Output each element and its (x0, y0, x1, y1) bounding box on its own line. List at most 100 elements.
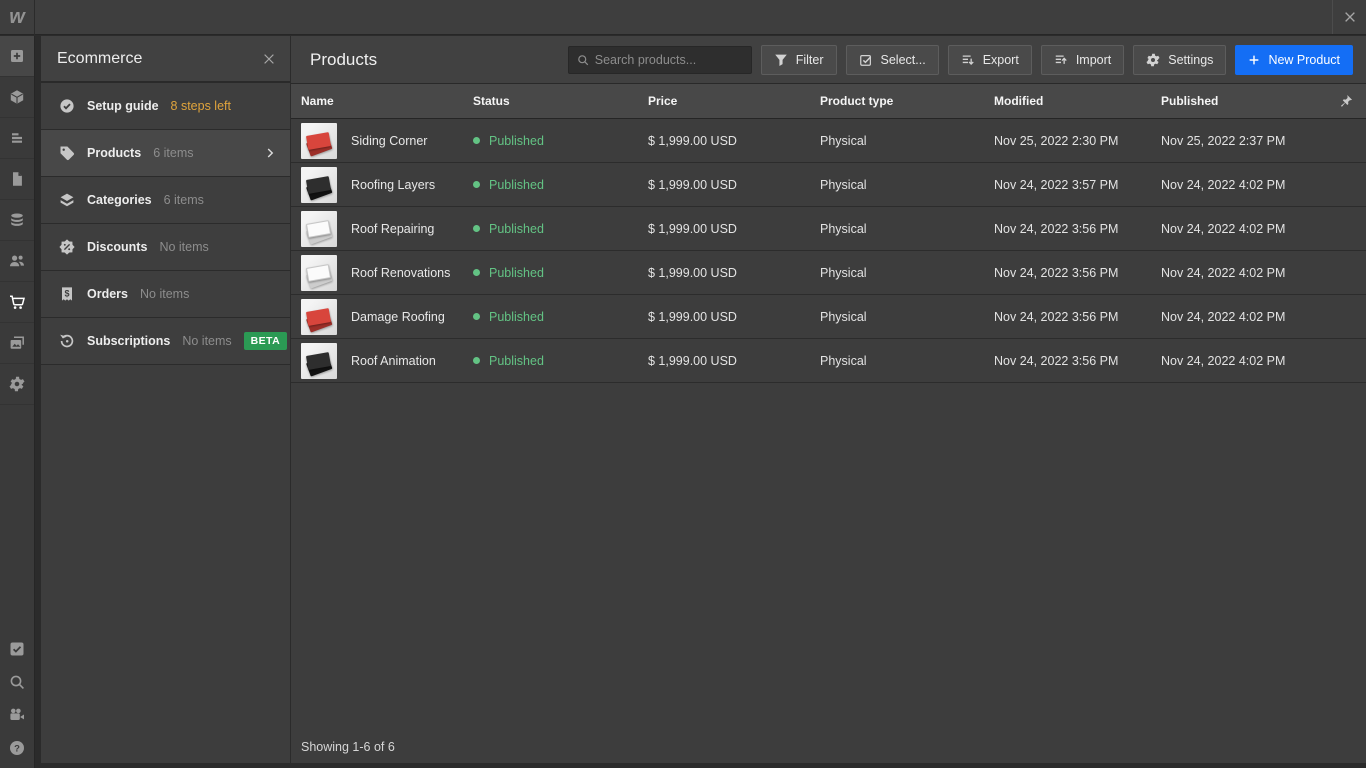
help-button[interactable]: ? (0, 731, 34, 764)
filter-button[interactable]: Filter (760, 44, 837, 75)
column-header-name: Name (301, 94, 334, 108)
published-cell: Nov 24, 2022 4:02 PM (1161, 265, 1286, 280)
sidebar-item-meta: 6 items (163, 193, 204, 207)
sidebar-item-meta: No items (159, 240, 209, 254)
published-cell: Nov 24, 2022 4:02 PM (1161, 221, 1286, 236)
product-row[interactable]: Roof Animation Published $ 1,999.00 USD … (291, 339, 1366, 383)
product-thumbnail (301, 166, 337, 203)
sidebar-item-products[interactable]: Products 6 items (41, 130, 290, 177)
pages-button[interactable] (0, 159, 34, 200)
product-row[interactable]: Roof Renovations Published $ 1,999.00 US… (291, 251, 1366, 295)
product-row[interactable]: Siding Corner Published $ 1,999.00 USD P… (291, 119, 1366, 163)
product-type-cell: Physical (820, 221, 867, 236)
assets-button[interactable] (0, 323, 34, 364)
product-name: Roofing Layers (351, 177, 436, 192)
gear-icon (1146, 53, 1160, 67)
status-cell: Published (473, 266, 648, 280)
settings-button[interactable] (0, 364, 34, 405)
sidebar-item-meta: 8 steps left (170, 99, 231, 113)
new-product-button[interactable]: New Product (1235, 44, 1353, 75)
product-type-cell: Physical (820, 177, 867, 192)
status-dot-icon (473, 313, 480, 320)
sidebar-item-setup-guide[interactable]: Setup guide 8 steps left (41, 83, 290, 130)
status-dot-icon (473, 269, 480, 276)
pin-icon[interactable] (1330, 94, 1366, 108)
sidebar-item-categories[interactable]: Categories 6 items (41, 177, 290, 224)
plus-icon (1248, 54, 1260, 66)
product-thumbnail (301, 254, 337, 291)
modified-cell: Nov 24, 2022 3:57 PM (994, 177, 1119, 192)
product-row[interactable]: Damage Roofing Published $ 1,999.00 USD … (291, 295, 1366, 339)
components-button[interactable] (0, 77, 34, 118)
status-cell: Published (473, 310, 648, 324)
products-panel: Products Filter Select... Export Import Sett… (291, 36, 1366, 763)
webflow-logo-glyph: w (9, 5, 25, 28)
add-element-button[interactable] (0, 36, 34, 77)
webflow-designer-ecommerce: { "topbar": { "logo": "w" }, "rail": { "… (0, 0, 1366, 768)
navigator-button[interactable] (0, 118, 34, 159)
close-icon[interactable] (1332, 0, 1366, 34)
users-button[interactable] (0, 241, 34, 282)
column-header-status: Status (473, 94, 510, 108)
assets-icon (9, 335, 25, 351)
status-badge: Published (489, 221, 544, 236)
published-cell: Nov 24, 2022 4:02 PM (1161, 309, 1286, 324)
search-button[interactable] (0, 665, 34, 698)
toolbar-button-label: Export (982, 52, 1019, 67)
rail-bottom-group: ? (0, 632, 34, 768)
products-table: Siding Corner Published $ 1,999.00 USD P… (291, 119, 1366, 383)
modified-cell: Nov 24, 2022 3:56 PM (994, 309, 1119, 324)
column-header-price: Price (648, 94, 678, 108)
video-tutorials-button[interactable] (0, 698, 34, 731)
price-cell: $ 1,999.00 USD (648, 221, 737, 236)
panel-close-icon[interactable] (262, 52, 276, 66)
import-button[interactable]: Import (1040, 44, 1125, 75)
price-cell: $ 1,999.00 USD (648, 265, 737, 280)
column-header-published: Published (1161, 94, 1219, 108)
product-thumbnail (301, 210, 337, 247)
ecommerce-button[interactable] (0, 282, 34, 323)
price-cell: $ 1,999.00 USD (648, 177, 737, 192)
product-name-cell: Damage Roofing (301, 298, 473, 335)
cms-button[interactable] (0, 200, 34, 241)
status-dot-icon (473, 357, 480, 364)
product-type-cell: Physical (820, 133, 867, 148)
beta-badge: BETA (243, 332, 288, 350)
toolbar-button-label: Settings (1168, 52, 1214, 67)
sidebar-item-orders[interactable]: $ Orders No items (41, 271, 290, 318)
select-button[interactable]: Select... (845, 44, 939, 75)
search-input[interactable] (594, 52, 743, 67)
audit-button[interactable] (0, 632, 34, 665)
product-row[interactable]: Roofing Layers Published $ 1,999.00 USD … (291, 163, 1366, 207)
export-button[interactable]: Export (947, 44, 1032, 75)
orders-icon: $ (59, 286, 75, 302)
sidebar-item-discounts[interactable]: Discounts No items (41, 224, 290, 271)
price-cell: $ 1,999.00 USD (648, 133, 737, 148)
video-icon (9, 707, 25, 723)
modified-cell: Nov 24, 2022 3:56 PM (994, 221, 1119, 236)
product-thumbnail (301, 342, 337, 379)
status-cell: Published (473, 134, 648, 148)
status-cell: Published (473, 354, 648, 368)
sidebar-item-label: Subscriptions (87, 334, 171, 348)
price-cell: $ 1,999.00 USD (648, 309, 737, 324)
product-name-cell: Roof Repairing (301, 210, 473, 247)
status-dot-icon (473, 225, 480, 232)
sidebar-item-subscriptions[interactable]: Subscriptions No items BETA (41, 318, 290, 365)
product-name: Roof Repairing (351, 221, 435, 236)
status-dot-icon (473, 181, 480, 188)
webflow-logo[interactable]: w (0, 0, 35, 35)
settings-button[interactable]: Settings (1133, 44, 1227, 75)
status-cell: Published (473, 178, 648, 192)
search-box (567, 45, 752, 74)
funnel-icon (774, 53, 788, 67)
new-product-label: New Product (1268, 52, 1340, 67)
product-row[interactable]: Roof Repairing Published $ 1,999.00 USD … (291, 207, 1366, 251)
product-type-cell: Physical (820, 309, 867, 324)
import-icon (1054, 53, 1068, 67)
tag-icon (59, 145, 75, 161)
published-cell: Nov 25, 2022 2:37 PM (1161, 133, 1286, 148)
products-table-header: Name Status Price Product type Modified Publi… (291, 84, 1366, 119)
status-badge: Published (489, 265, 544, 280)
sidebar-item-meta: No items (182, 334, 232, 348)
